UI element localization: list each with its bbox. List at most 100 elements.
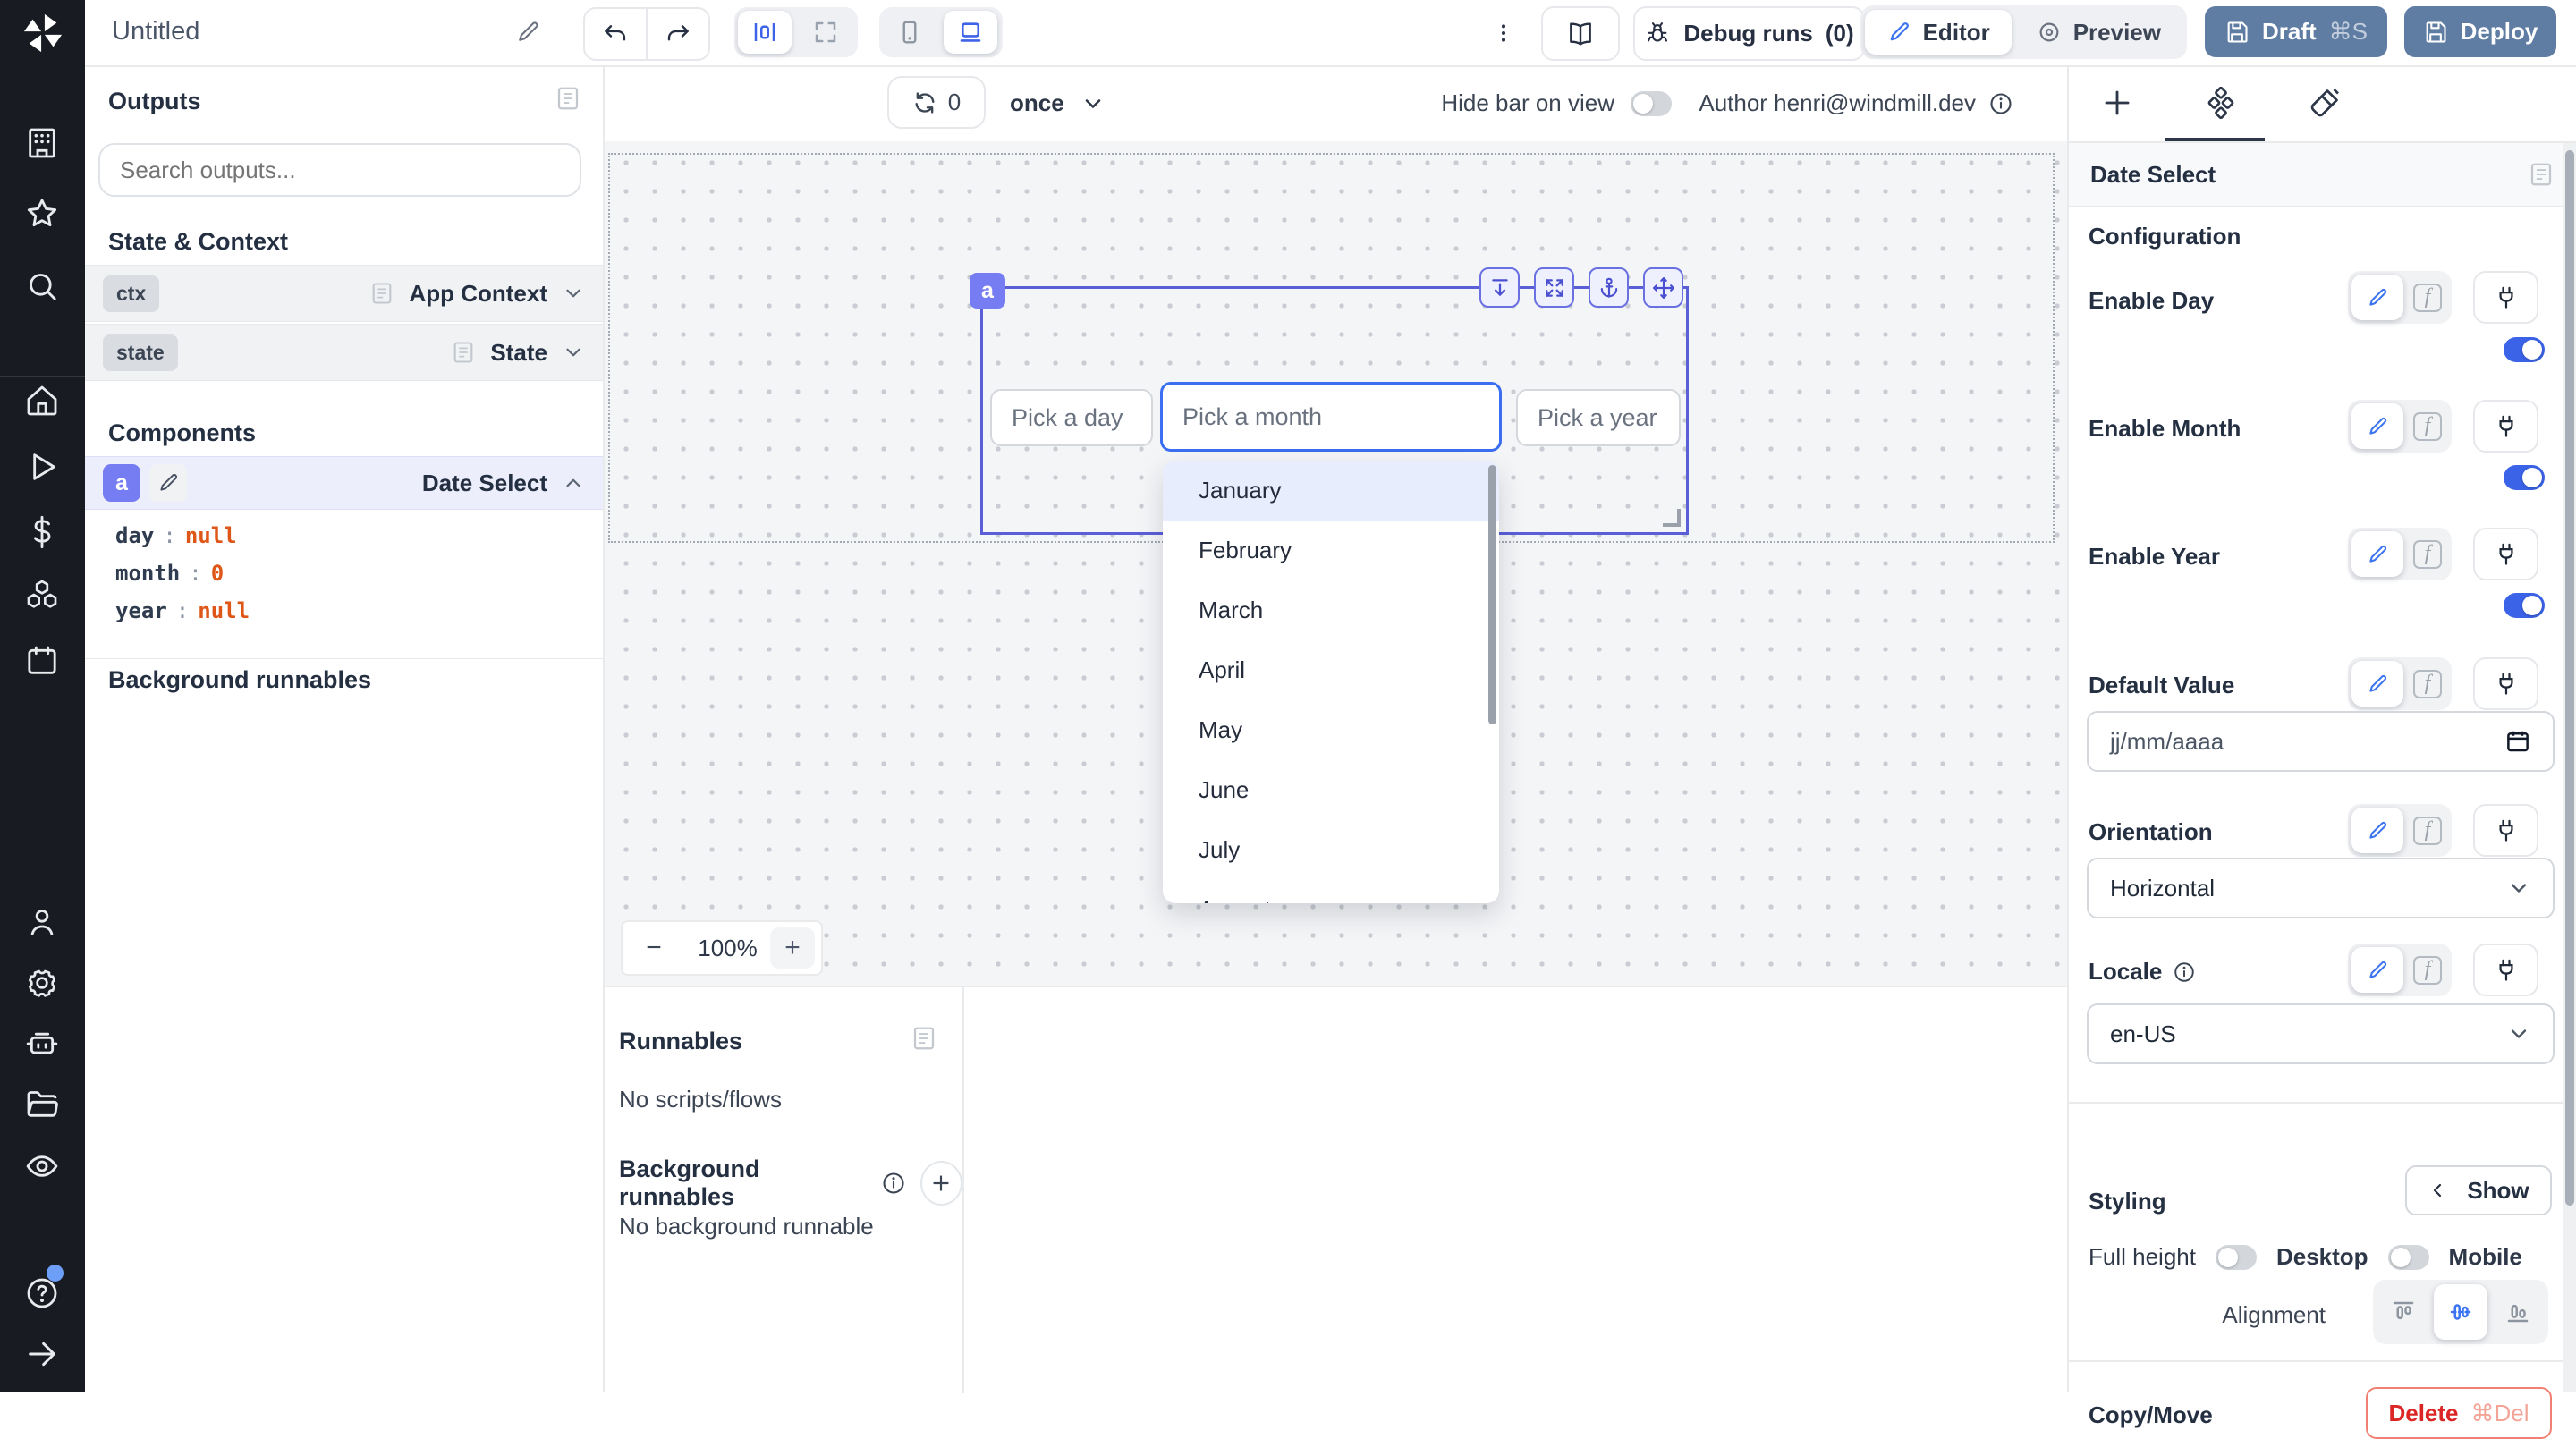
collapse-arrow-icon[interactable] <box>24 1336 60 1372</box>
show-styling-button[interactable]: Show <box>2405 1165 2552 1215</box>
preview-tab[interactable]: Preview <box>2015 10 2182 55</box>
mobile-view-button[interactable] <box>883 11 936 54</box>
connect-plug-icon[interactable] <box>2473 271 2538 324</box>
favorites-star-icon[interactable] <box>24 196 60 232</box>
full-height-toggle[interactable] <box>2216 1245 2257 1270</box>
search-icon[interactable] <box>24 268 60 304</box>
user-icon[interactable] <box>24 904 60 940</box>
runs-play-icon[interactable] <box>24 449 60 485</box>
centered-layout-button[interactable] <box>738 11 792 54</box>
debug-runs-button[interactable]: Debug runs (0) <box>1633 6 1865 61</box>
static-pencil-icon[interactable] <box>2351 531 2403 577</box>
home-icon[interactable] <box>24 383 60 419</box>
windmill-logo-icon[interactable] <box>22 13 64 54</box>
insert-component-tab[interactable] <box>2101 87 2133 119</box>
function-mode-icon[interactable]: f <box>2403 670 2452 698</box>
function-mode-icon[interactable]: f <box>2403 412 2452 441</box>
outputs-doc-icon[interactable] <box>555 85 581 112</box>
static-pencil-icon[interactable] <box>2351 403 2403 449</box>
connect-plug-icon[interactable] <box>2473 804 2538 857</box>
full-width-layout-button[interactable] <box>799 11 852 54</box>
more-menu-button[interactable] <box>1492 16 1515 50</box>
search-outputs-input[interactable] <box>98 143 581 197</box>
info-icon[interactable] <box>1988 91 2013 116</box>
move-icon[interactable] <box>1643 267 1683 308</box>
desktop-mobile-toggle[interactable] <box>2388 1245 2429 1270</box>
enable-month-toggle[interactable] <box>2504 465 2545 490</box>
month-option[interactable]: August <box>1163 880 1499 903</box>
settings-doc-icon[interactable] <box>2528 161 2555 188</box>
function-mode-icon[interactable]: f <box>2403 284 2452 312</box>
expand-down-icon[interactable] <box>1479 267 1520 308</box>
draft-button[interactable]: Draft ⌘S <box>2205 6 2387 57</box>
workers-robot-icon[interactable] <box>24 1026 60 1062</box>
hide-bar-toggle[interactable] <box>1631 91 1672 116</box>
month-option[interactable]: March <box>1163 580 1499 640</box>
default-value-date-input[interactable]: jj/mm/aaaa <box>2087 711 2555 772</box>
resize-handle[interactable] <box>1663 509 1681 527</box>
static-pencil-icon[interactable] <box>2351 947 2403 993</box>
month-option[interactable]: January <box>1163 461 1499 521</box>
deploy-button[interactable]: Deploy <box>2404 6 2556 57</box>
panel-scrollbar-thumb[interactable] <box>2565 150 2574 1206</box>
redo-button[interactable] <box>646 9 708 59</box>
connect-plug-icon[interactable] <box>2473 944 2538 996</box>
schedules-calendar-icon[interactable] <box>24 643 60 679</box>
locale-select[interactable]: en-US <box>2087 1003 2555 1064</box>
month-option[interactable]: July <box>1163 820 1499 880</box>
info-icon[interactable] <box>881 1171 906 1196</box>
component-rename-pencil-icon[interactable] <box>149 464 187 502</box>
desktop-view-button[interactable] <box>944 11 997 54</box>
runnables-doc-icon[interactable] <box>911 1025 937 1052</box>
add-background-runnable-button[interactable] <box>920 1161 962 1206</box>
canvas-grid[interactable]: a Pick a day Pick a month Pick a year <box>603 141 2067 986</box>
month-option[interactable]: April <box>1163 640 1499 700</box>
align-center-icon[interactable] <box>2434 1284 2487 1340</box>
static-pencil-icon[interactable] <box>2351 661 2403 707</box>
calendar-icon[interactable] <box>2504 728 2531 755</box>
docs-book-button[interactable] <box>1541 6 1620 61</box>
function-mode-icon[interactable]: f <box>2403 817 2452 845</box>
rename-pencil-icon[interactable] <box>514 19 541 46</box>
undo-button[interactable] <box>585 9 646 59</box>
static-pencil-icon[interactable] <box>2351 275 2403 320</box>
theme-brush-tab[interactable] <box>2309 87 2341 119</box>
component-row-a[interactable]: a Date Select <box>85 456 603 510</box>
align-top-icon[interactable] <box>2377 1284 2430 1340</box>
month-option[interactable]: February <box>1163 521 1499 580</box>
connect-plug-icon[interactable] <box>2473 400 2538 453</box>
state-row[interactable]: state State <box>85 324 603 381</box>
variables-dollar-icon[interactable] <box>24 514 60 550</box>
ctx-row[interactable]: ctx App Context <box>85 265 603 322</box>
orientation-select[interactable]: Horizontal <box>2087 858 2555 918</box>
delete-component-button[interactable]: Delete ⌘Del <box>2366 1387 2552 1439</box>
connect-plug-icon[interactable] <box>2473 528 2538 580</box>
dropdown-scrollbar[interactable] <box>1488 465 1496 724</box>
connect-plug-icon[interactable] <box>2473 657 2538 710</box>
workspace-icon[interactable] <box>24 125 60 161</box>
refresh-button[interactable]: 0 <box>887 76 986 129</box>
component-settings-tab[interactable] <box>2205 87 2237 119</box>
align-bottom-icon[interactable] <box>2491 1284 2545 1340</box>
zoom-out-button[interactable]: − <box>623 933 685 963</box>
month-option[interactable]: June <box>1163 760 1499 820</box>
audit-eye-icon[interactable] <box>24 1148 60 1184</box>
static-pencil-icon[interactable] <box>2351 808 2403 853</box>
info-icon[interactable] <box>2173 961 2196 984</box>
settings-gear-icon[interactable] <box>24 965 60 1001</box>
refresh-mode-select[interactable]: once <box>1010 65 1106 141</box>
function-mode-icon[interactable]: f <box>2403 956 2452 985</box>
component-badge[interactable]: a <box>970 273 1005 309</box>
pick-year-input[interactable]: Pick a year <box>1516 389 1681 446</box>
pick-month-input[interactable]: Pick a month <box>1160 382 1502 452</box>
anchor-icon[interactable] <box>1589 267 1629 308</box>
zoom-in-button[interactable]: + <box>770 927 815 969</box>
month-option[interactable]: May <box>1163 700 1499 760</box>
fullscreen-icon[interactable] <box>1534 267 1574 308</box>
enable-day-toggle[interactable] <box>2504 337 2545 362</box>
enable-year-toggle[interactable] <box>2504 593 2545 618</box>
pick-day-input[interactable]: Pick a day <box>990 389 1153 446</box>
editor-tab[interactable]: Editor <box>1865 10 2012 55</box>
function-mode-icon[interactable]: f <box>2403 540 2452 569</box>
resources-cubes-icon[interactable] <box>24 577 60 613</box>
